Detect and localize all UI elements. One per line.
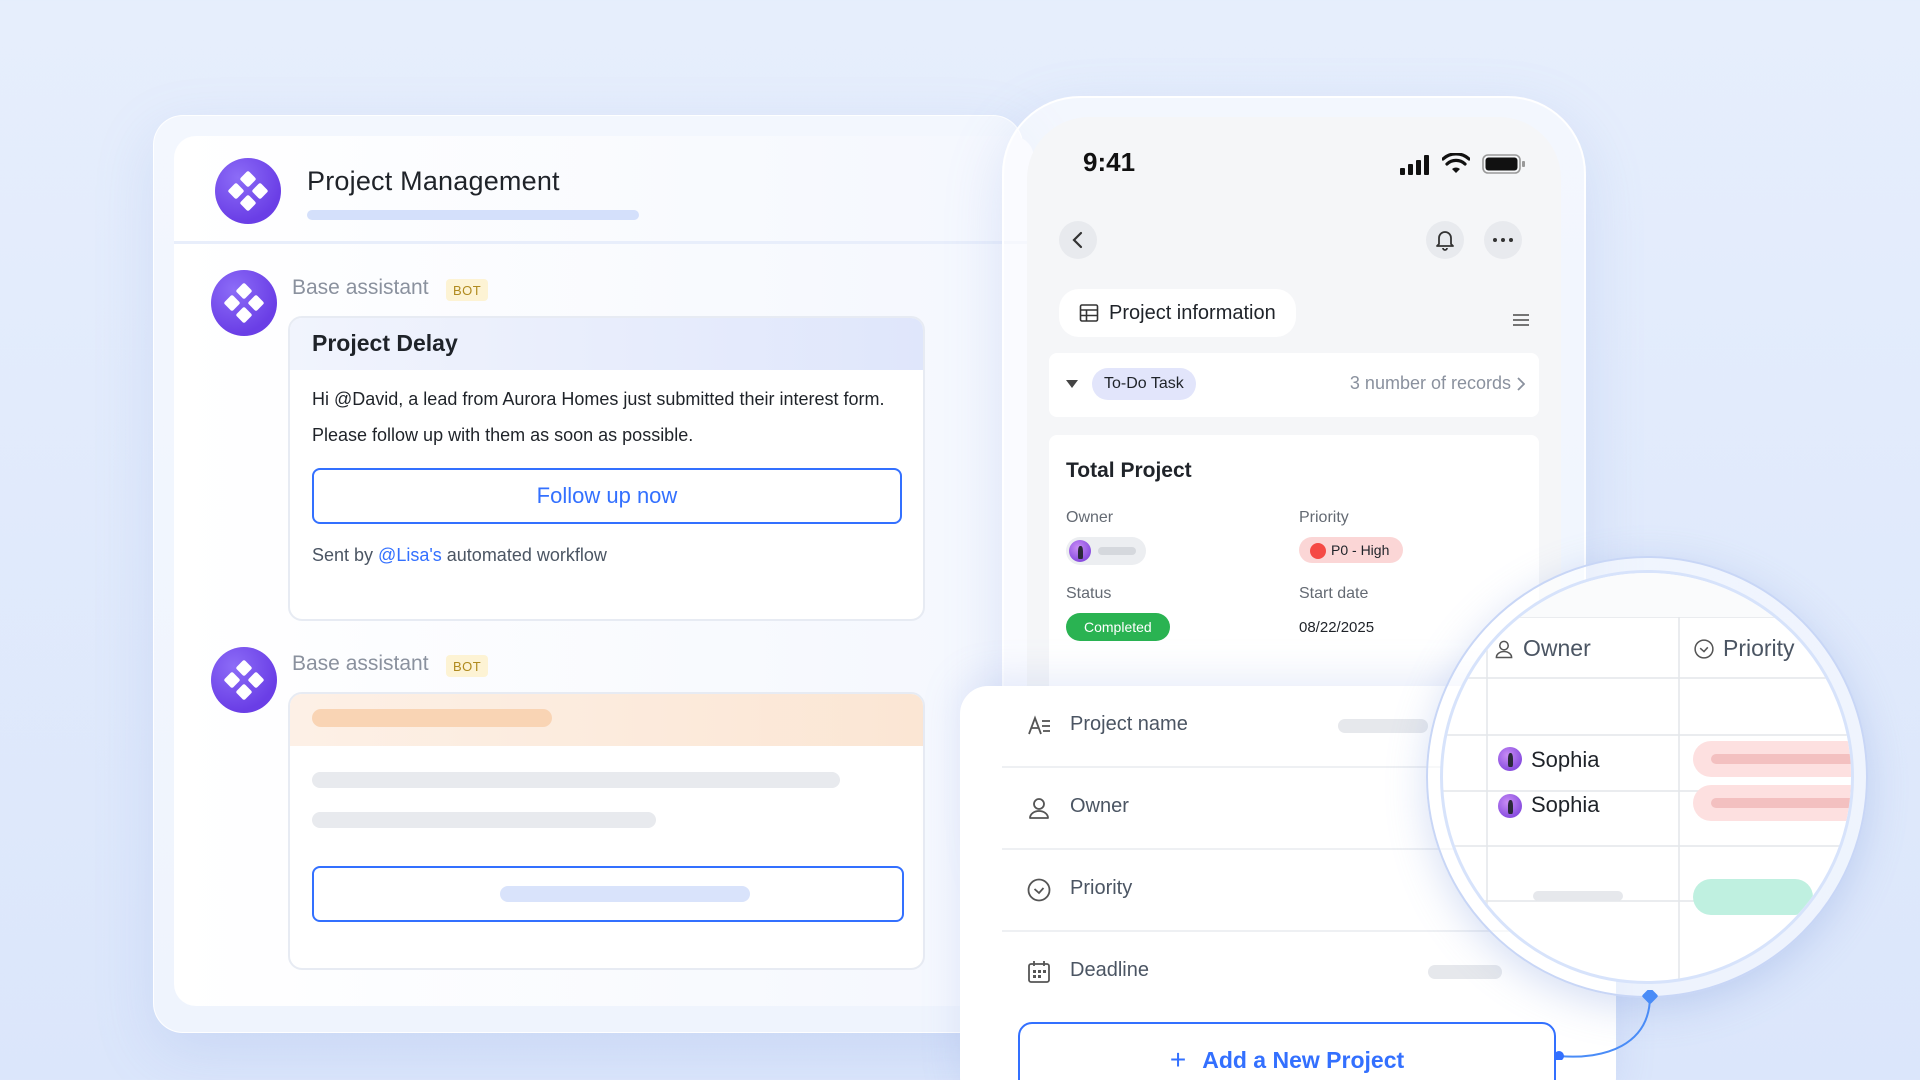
chat-title: Project Management	[307, 166, 560, 196]
chat-header: Project Management	[174, 136, 1034, 244]
skeleton-button-label	[500, 886, 750, 902]
connector-line	[1555, 990, 1658, 1060]
column-header-priority[interactable]: Priority	[1693, 635, 1795, 662]
card-title: Project Delay	[290, 318, 923, 370]
more-button[interactable]	[1484, 221, 1522, 259]
field-label: Owner	[1070, 795, 1129, 817]
sent-by-prefix: Sent by	[312, 545, 379, 565]
add-new-project-button[interactable]: + Add a New Project	[1018, 1022, 1556, 1080]
wifi-icon	[1442, 153, 1470, 173]
notification-button[interactable]	[1426, 221, 1464, 259]
battery-icon	[1482, 154, 1525, 174]
status-label: Status	[1066, 585, 1112, 602]
priority-value: P0 - High	[1331, 542, 1390, 558]
chevron-right-icon	[1517, 377, 1525, 391]
diamond-logo-icon	[224, 283, 264, 323]
field-placeholder	[1338, 719, 1428, 733]
sent-by-line: Sent by @Lisa's automated workflow	[312, 544, 901, 566]
bot-avatar	[211, 270, 277, 336]
loading-card	[288, 692, 925, 970]
status-placeholder-pill	[1693, 879, 1813, 915]
records-count: 3 number of records	[1349, 373, 1511, 393]
field-label: Priority	[1070, 877, 1133, 899]
chat-window: Project Management Base assistant BOT Pr…	[174, 136, 1034, 1006]
diamond-logo-icon	[224, 660, 264, 700]
owner-label: Owner	[1066, 509, 1114, 526]
title-underline	[307, 210, 639, 220]
avatar	[1498, 747, 1522, 771]
skeleton-line	[312, 772, 840, 788]
follow-up-button[interactable]: Follow up now	[312, 468, 902, 524]
todo-tag: To-Do Task	[1092, 368, 1196, 400]
priority-pill	[1693, 741, 1851, 777]
more-dots-icon	[1493, 238, 1513, 242]
avatar	[1498, 794, 1522, 818]
priority-pill: P0 - High	[1299, 537, 1404, 563]
project-information-tab[interactable]: Project information	[1059, 289, 1296, 337]
person-icon	[1029, 798, 1049, 819]
field-label: Project name	[1070, 713, 1188, 735]
caret-down-icon	[1066, 380, 1078, 388]
person-icon	[1495, 640, 1513, 658]
bot-avatar	[211, 647, 277, 713]
bot-name: Base assistant	[292, 276, 429, 299]
priority-dot	[1310, 543, 1326, 559]
plus-icon: +	[1169, 1044, 1187, 1075]
back-button[interactable]	[1059, 221, 1097, 259]
text-field-icon	[1028, 715, 1050, 735]
message-card: Project Delay Hi @David, a lead from Aur…	[288, 316, 925, 621]
priority-label: Priority	[1299, 509, 1349, 526]
skeleton-line	[312, 812, 656, 828]
app-logo	[215, 158, 281, 224]
status-time: 9:41	[1083, 147, 1136, 177]
check-circle-icon	[1027, 878, 1051, 902]
calendar-icon	[1028, 961, 1050, 983]
chevron-left-icon	[1072, 231, 1083, 249]
sent-by-suffix: automated workflow	[441, 545, 607, 565]
priority-placeholder	[1711, 754, 1851, 764]
add-new-project-label: Add a New Project	[1202, 1046, 1405, 1073]
record-title: Total Project	[1066, 459, 1192, 482]
owner-name: Sophia	[1531, 747, 1600, 772]
avatar	[1069, 540, 1091, 562]
field-label: Deadline	[1070, 959, 1149, 981]
bot-badge: BOT	[446, 655, 489, 677]
card-body: Hi @David, a lead from Aurora Homes just…	[290, 370, 923, 584]
bot-name: Base assistant	[292, 652, 429, 675]
check-circle-icon	[1694, 638, 1714, 659]
project-information-label: Project information	[1109, 301, 1276, 324]
priority-placeholder	[1711, 798, 1851, 808]
bell-icon	[1436, 231, 1454, 251]
owner-name: Sophia	[1531, 792, 1600, 817]
priority-pill	[1693, 785, 1851, 821]
start-date-label: Start date	[1299, 585, 1369, 602]
magnifier-lens: Owner Priority Sophia Sophia	[1440, 570, 1854, 984]
skeleton-title	[312, 709, 552, 727]
mention-link[interactable]: @Lisa's	[378, 545, 442, 565]
column-header-owner[interactable]: Owner	[1493, 635, 1591, 662]
owner-chip	[1066, 537, 1146, 565]
start-date-value: 08/22/2025	[1299, 619, 1375, 636]
owner-placeholder	[1098, 547, 1136, 555]
table-icon	[1079, 304, 1099, 322]
column-header-label: Owner	[1523, 635, 1591, 661]
menu-icon[interactable]	[1512, 313, 1530, 327]
column-header-label: Priority	[1723, 635, 1795, 661]
signal-icon	[1400, 155, 1429, 175]
message-text: Please follow up with them as soon as po…	[312, 425, 694, 445]
message-text: Hi @David, a lead from Aurora Homes just…	[312, 389, 885, 409]
diamond-logo-icon	[228, 171, 268, 211]
bot-badge: BOT	[446, 279, 489, 301]
status-pill: Completed	[1066, 613, 1170, 641]
todo-group-row[interactable]: To-Do Task 3 number of records	[1049, 353, 1539, 417]
cell-placeholder	[1533, 891, 1623, 901]
